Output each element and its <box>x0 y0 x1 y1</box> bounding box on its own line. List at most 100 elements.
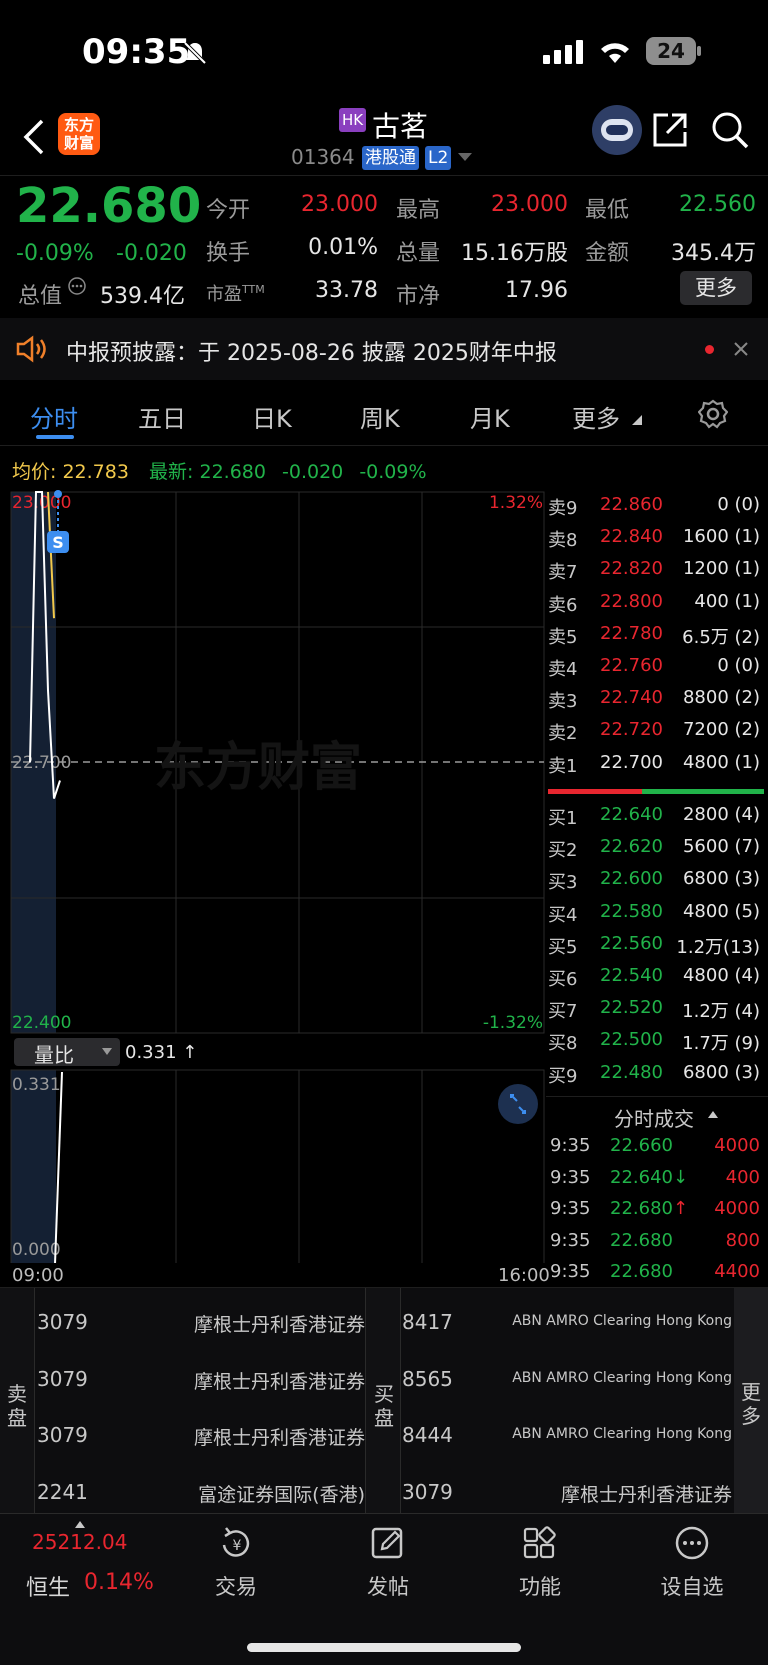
buy-broker-code[interactable]: 3079 <box>402 1480 453 1504</box>
close-icon[interactable] <box>734 342 748 356</box>
tab-daily[interactable]: 日K <box>252 399 292 434</box>
nav-trade[interactable]: ¥ 交易 <box>186 1525 286 1601</box>
tick-volume: 400 <box>725 1166 760 1188</box>
tick-time: 9:35 <box>550 1229 591 1251</box>
tick-arrow: ↑ <box>672 1198 689 1219</box>
ticks-header[interactable]: 分时成交 <box>546 1096 768 1131</box>
bid-price: 22.580 <box>600 900 663 922</box>
index-name: 恒生 <box>26 1576 71 1601</box>
sell-broker-code[interactable]: 3079 <box>37 1367 88 1391</box>
notice-bar[interactable]: 中报预披露：于 2025-08-26 披露 2025财年中报 <box>0 318 768 380</box>
chart-tabs: 分时 五日 日K 周K 月K 更多 <box>0 385 768 445</box>
bid-row[interactable]: 买7 22.520 1.2万 (4) <box>548 993 764 1025</box>
ask-row[interactable]: 卖3 22.740 8800 (2) <box>548 683 764 715</box>
bid-volume: 2800 (4) <box>682 804 760 825</box>
buy-broker-code[interactable]: 8565 <box>402 1367 453 1391</box>
chevron-up-icon <box>708 1111 718 1118</box>
indicator-select[interactable]: 量比 <box>14 1038 120 1067</box>
nav-label: 交易 <box>215 1575 257 1599</box>
buy-broker-name[interactable]: 摩根士丹利香港证券 <box>561 1480 732 1507</box>
bid-price: 22.480 <box>600 1061 663 1083</box>
watermark: 东方财富 <box>154 738 362 798</box>
tick-time: 9:35 <box>550 1135 591 1156</box>
tab-more[interactable]: 更多 <box>572 399 620 434</box>
buy-broker-code[interactable]: 8444 <box>402 1423 453 1447</box>
sell-broker-name[interactable]: 富途证券国际(香港) <box>198 1480 365 1507</box>
bid-row[interactable]: 买4 22.580 4800 (5) <box>548 897 764 929</box>
bid-row[interactable]: 买8 22.500 1.7万 (9) <box>548 1025 764 1057</box>
bid-volume: 1.7万 (9) <box>682 1033 760 1055</box>
tab-minute[interactable]: 分时 <box>30 399 78 434</box>
status-time: 09:35 <box>82 32 191 72</box>
chevron-down-icon[interactable] <box>458 152 472 162</box>
ask-row[interactable]: 卖2 22.720 7200 (2) <box>548 715 764 747</box>
latest-value: 22.680 <box>199 461 266 483</box>
buy-broker-name[interactable]: ABN AMRO Clearing Hong Kong <box>512 1426 732 1442</box>
bid-strength-bar <box>642 789 764 794</box>
intraday-price-chart[interactable]: 东方财富 23.000 22.700 22.400 1.32% -1.32% S <box>0 490 546 1035</box>
bid-row[interactable]: 买5 22.560 1.2万(13) <box>548 929 764 961</box>
search-icon[interactable] <box>710 110 750 150</box>
pb-label: 市净 <box>396 284 441 309</box>
index-value[interactable]: 25212.04 <box>32 1530 127 1554</box>
y-bottom-pct: -1.32% <box>483 1013 543 1033</box>
nav-post[interactable]: 发帖 <box>338 1525 438 1601</box>
ask-volume: 4800 (1) <box>682 751 760 773</box>
ask-row[interactable]: 卖1 22.700 4800 (1) <box>548 748 764 780</box>
volume-ratio-chart[interactable]: 0.331 0.000 <box>0 1068 546 1263</box>
buy-broker-name[interactable]: ABN AMRO Clearing Hong Kong <box>512 1370 732 1386</box>
notice-text: 中报预披露：于 2025-08-26 披露 2025财年中报 <box>66 341 557 366</box>
tab-weekly[interactable]: 周K <box>360 399 400 434</box>
ask-row[interactable]: 卖6 22.800 400 (1) <box>548 587 764 619</box>
tab-5day[interactable]: 五日 <box>138 399 186 434</box>
ask-row[interactable]: 卖4 22.760 0 (0) <box>548 651 764 683</box>
ask-volume: 0 (0) <box>717 494 760 515</box>
buy-broker-code[interactable]: 8417 <box>402 1310 453 1334</box>
back-icon[interactable] <box>22 119 46 155</box>
expand-chart-button[interactable] <box>498 1084 538 1124</box>
sell-broker-code[interactable]: 3079 <box>37 1310 88 1334</box>
info-icon[interactable] <box>67 276 87 296</box>
ask-row[interactable]: 卖5 22.780 6.5万 (2) <box>548 619 764 651</box>
dropdown-icon <box>102 1048 112 1055</box>
nav-add-watchlist[interactable]: 设自选 <box>642 1525 742 1601</box>
nav-features[interactable]: 功能 <box>490 1525 590 1601</box>
settings-gear-icon[interactable] <box>698 399 728 429</box>
tick-price: 22.660 <box>610 1135 673 1156</box>
broker-more-button[interactable]: 更 多 <box>734 1288 768 1513</box>
bid-price: 22.640 <box>600 804 663 825</box>
sell-broker-name[interactable]: 摩根士丹利香港证券 <box>194 1310 365 1337</box>
low-value: 22.560 <box>679 192 756 217</box>
bid-row[interactable]: 买1 22.640 2800 (4) <box>548 800 764 832</box>
y-bottom-price: 22.400 <box>12 1013 71 1033</box>
sell-broker-code[interactable]: 2241 <box>37 1480 88 1504</box>
ask-level: 卖5 <box>548 626 578 648</box>
tab-monthly[interactable]: 月K <box>470 399 510 434</box>
level2-badge: L2 <box>425 146 452 170</box>
bid-row[interactable]: 买6 22.540 4800 (4) <box>548 961 764 993</box>
sell-broker-name[interactable]: 摩根士丹利香港证券 <box>194 1367 365 1394</box>
more-quote-button[interactable]: 更多 <box>680 271 752 305</box>
tick-price: 22.680↑ <box>610 1198 689 1219</box>
ask-row[interactable]: 卖9 22.860 0 (0) <box>548 490 764 522</box>
sell-broker-code[interactable]: 3079 <box>37 1423 88 1447</box>
ask-level: 卖8 <box>548 530 578 552</box>
ask-level: 卖4 <box>548 659 578 680</box>
app-logo[interactable]: 东方 财富 <box>58 113 100 155</box>
sell-broker-name[interactable]: 摩根士丹利香港证券 <box>194 1423 365 1450</box>
vol-y-top: 0.331 <box>12 1075 61 1095</box>
share-icon[interactable] <box>650 110 690 150</box>
assistant-avatar[interactable] <box>592 105 642 155</box>
bid-level: 买1 <box>548 808 578 829</box>
buy-broker-name[interactable]: ABN AMRO Clearing Hong Kong <box>512 1313 732 1329</box>
bid-volume: 6800 (3) <box>682 1061 760 1083</box>
bid-row[interactable]: 买2 22.620 5600 (7) <box>548 832 764 864</box>
ask-volume: 6.5万 (2) <box>682 626 760 648</box>
ask-row[interactable]: 卖8 22.840 1600 (1) <box>548 522 764 554</box>
bid-row[interactable]: 买3 22.600 6800 (3) <box>548 864 764 896</box>
connect-badge: 港股通 <box>362 146 419 170</box>
tick-row: 9:35 22.640↓ 400 <box>548 1165 764 1197</box>
ask-row[interactable]: 卖7 22.820 1200 (1) <box>548 554 764 586</box>
home-indicator[interactable] <box>247 1643 521 1652</box>
bid-row[interactable]: 买9 22.480 6800 (3) <box>548 1058 764 1090</box>
